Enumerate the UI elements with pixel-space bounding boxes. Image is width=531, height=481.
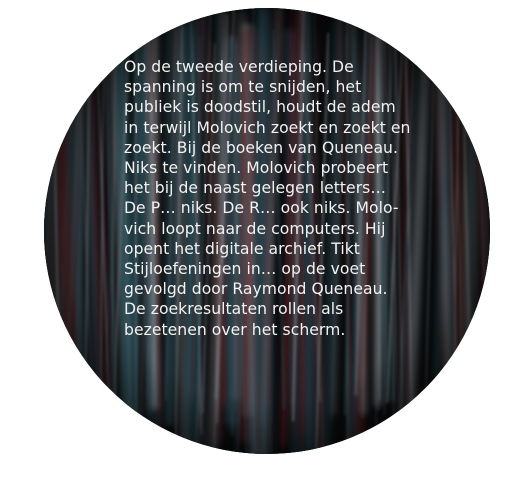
page: Op de tweede verdieping. De spanning is … (0, 0, 531, 481)
story-paragraph: Op de tweede verdieping. De spanning is … (124, 58, 411, 339)
